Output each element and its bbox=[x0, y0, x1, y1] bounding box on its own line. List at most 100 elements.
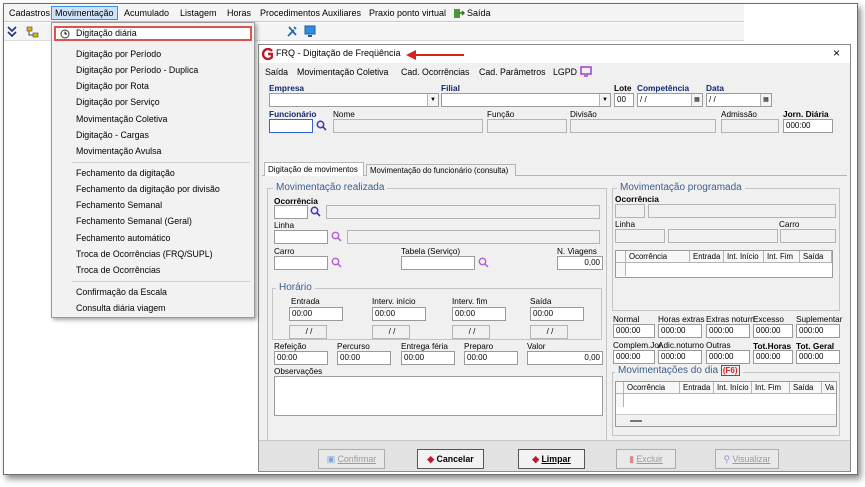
menu-item-confirmacao-escala[interactable]: Confirmação da Escala bbox=[54, 285, 252, 300]
window-menu-movimentacao-coletiva[interactable]: Movimentação Coletiva bbox=[297, 67, 388, 77]
grid-header-ocorrencia[interactable]: Ocorrência bbox=[624, 382, 680, 394]
tot-horas-field[interactable]: 000:00 bbox=[753, 350, 793, 364]
empresa-select[interactable]: ▼ bbox=[269, 93, 439, 107]
calendar-icon[interactable]: ▦ bbox=[691, 94, 702, 106]
movimentacoes-dia-grid[interactable]: Ocorrência Entrada Int. Início Int. Fim … bbox=[615, 381, 837, 427]
excesso-field[interactable]: 000:00 bbox=[753, 324, 793, 338]
normal-field[interactable]: 000:00 bbox=[613, 324, 655, 338]
tab-movimentacao-funcionario[interactable]: Movimentação do funcionário (consulta) bbox=[366, 164, 516, 176]
interv-inicio-date[interactable]: / / bbox=[372, 325, 410, 339]
entrada-time[interactable]: 00:00 bbox=[289, 307, 343, 321]
observacoes-textarea[interactable] bbox=[274, 376, 603, 416]
menu-horas[interactable]: Horas bbox=[224, 6, 254, 20]
linha-field[interactable] bbox=[274, 230, 328, 244]
search-icon[interactable] bbox=[331, 231, 342, 242]
scrollbar-thumb[interactable] bbox=[630, 420, 642, 422]
grid-header-entrada[interactable]: Entrada bbox=[680, 382, 714, 394]
interv-fim-date[interactable]: / / bbox=[452, 325, 490, 339]
menu-item-fechamento-digitacao-divisao[interactable]: Fechamento da digitação por divisão bbox=[54, 182, 252, 197]
lote-field[interactable]: 00 bbox=[614, 93, 634, 107]
menu-item-movimentacao-coletiva[interactable]: Movimentação Coletiva bbox=[54, 112, 252, 127]
programada-grid[interactable]: Ocorrência Entrada Int. Início Int. Fim … bbox=[615, 250, 833, 278]
complem-jor-field[interactable]: 000:00 bbox=[613, 350, 655, 364]
confirmar-button[interactable]: ▣ Confirmar bbox=[318, 449, 385, 469]
menu-item-troca-ocorrencias-frq-supl[interactable]: Troca de Ocorrências (FRQ/SUPL) bbox=[54, 247, 252, 262]
menu-cadastros[interactable]: Cadastros bbox=[6, 6, 53, 20]
chevron-down-icon[interactable]: ▼ bbox=[599, 94, 610, 106]
lgpd-monitor-icon[interactable] bbox=[580, 66, 592, 77]
horas-extras-field[interactable]: 000:00 bbox=[658, 324, 702, 338]
tab-digitacao-movimentos[interactable]: Digitação de movimentos bbox=[264, 162, 364, 176]
horizontal-scrollbar[interactable] bbox=[616, 414, 836, 426]
visualizar-button[interactable]: ⚲ Visualizar bbox=[715, 449, 779, 469]
arrow-down-icon[interactable] bbox=[7, 26, 17, 38]
tools-icon[interactable] bbox=[286, 25, 298, 38]
suplementar-field[interactable]: 000:00 bbox=[796, 324, 840, 338]
chevron-down-icon[interactable]: ▼ bbox=[427, 94, 438, 106]
carro-field[interactable] bbox=[274, 256, 328, 270]
saida-time[interactable]: 00:00 bbox=[530, 307, 584, 321]
search-icon[interactable] bbox=[478, 257, 489, 268]
menu-praxio-ponto-virtual[interactable]: Praxio ponto virtual bbox=[366, 6, 449, 20]
adic-noturno-field[interactable]: 000:00 bbox=[658, 350, 702, 364]
menu-item-fechamento-digitacao[interactable]: Fechamento da digitação bbox=[54, 166, 252, 181]
entrega-feria-field[interactable]: 00:00 bbox=[401, 351, 455, 365]
competencia-field[interactable]: / / ▦ bbox=[637, 93, 703, 107]
tabela-field[interactable] bbox=[401, 256, 475, 270]
menu-item-digitacao-periodo[interactable]: Digitação por Período bbox=[54, 47, 252, 62]
menu-item-digitacao-periodo-duplica[interactable]: Digitação por Período - Duplica bbox=[54, 63, 252, 78]
grid-header-saida[interactable]: Saída bbox=[790, 382, 822, 394]
valor-field[interactable]: 0,00 bbox=[527, 351, 603, 365]
grid-header-int-fim[interactable]: Int. Fim bbox=[764, 251, 800, 263]
menu-item-troca-ocorrencias[interactable]: Troca de Ocorrências bbox=[54, 263, 252, 278]
funcionario-field[interactable] bbox=[269, 119, 313, 133]
tot-geral-field[interactable]: 000:00 bbox=[796, 350, 840, 364]
saida-date[interactable]: / / bbox=[530, 325, 568, 339]
monitor-icon[interactable] bbox=[304, 25, 316, 38]
window-menu-saida[interactable]: Saída bbox=[265, 67, 288, 77]
menu-item-digitacao-rota[interactable]: Digitação por Rota bbox=[54, 79, 252, 94]
grid-header-int-fim[interactable]: Int. Fim bbox=[752, 382, 790, 394]
menu-item-movimentacao-avulsa[interactable]: Movimentação Avulsa bbox=[54, 144, 252, 159]
viagens-field[interactable]: 0,00 bbox=[557, 256, 603, 270]
window-menu-cad-parametros[interactable]: Cad. Parâmetros bbox=[479, 67, 546, 77]
grid-header-ocorrencia[interactable]: Ocorrência bbox=[626, 251, 690, 263]
menu-item-fechamento-semanal-geral[interactable]: Fechamento Semanal (Geral) bbox=[54, 214, 252, 229]
calendar-icon[interactable]: ▦ bbox=[760, 94, 771, 106]
menu-acumulado[interactable]: Acumulado bbox=[121, 6, 172, 20]
menu-listagem[interactable]: Listagem bbox=[177, 6, 220, 20]
interv-inicio-time[interactable]: 00:00 bbox=[372, 307, 426, 321]
search-icon[interactable] bbox=[316, 120, 327, 131]
grid-header-saida[interactable]: Saída bbox=[800, 251, 832, 263]
menu-saida[interactable]: Saída bbox=[451, 6, 494, 20]
search-icon[interactable] bbox=[331, 257, 342, 268]
data-field[interactable]: / / ▦ bbox=[706, 93, 772, 107]
jorn-diaria-field[interactable]: 000:00 bbox=[783, 119, 833, 133]
outras-field[interactable]: 000:00 bbox=[706, 350, 750, 364]
menu-movimentacao[interactable]: Movimentação bbox=[51, 6, 118, 20]
window-menu-cad-ocorrencias[interactable]: Cad. Ocorrências bbox=[401, 67, 469, 77]
grid-header-entrada[interactable]: Entrada bbox=[690, 251, 724, 263]
grid-header-int-inicio[interactable]: Int. Início bbox=[714, 382, 752, 394]
tree-icon[interactable] bbox=[26, 26, 40, 38]
excluir-button[interactable]: ▮ Excluir bbox=[616, 449, 676, 469]
menu-procedimentos-auxiliares[interactable]: Procedimentos Auxiliares bbox=[257, 6, 364, 20]
menu-item-digitacao-cargas[interactable]: Digitação - Cargas bbox=[54, 128, 252, 143]
menu-item-digitacao-diaria[interactable]: Digitação diária bbox=[54, 26, 252, 41]
cancelar-button[interactable]: ◆ Cancelar bbox=[417, 449, 484, 469]
menu-item-consulta-diaria-viagem[interactable]: Consulta diária viagem bbox=[54, 301, 252, 316]
window-close-button[interactable]: × bbox=[833, 46, 840, 60]
limpar-button[interactable]: ◆ Limpar bbox=[518, 449, 585, 469]
search-icon[interactable] bbox=[310, 206, 321, 217]
ocorrencia-field[interactable] bbox=[274, 205, 308, 219]
window-menu-lgpd[interactable]: LGPD bbox=[553, 67, 577, 77]
grid-header-int-inicio[interactable]: Int. Início bbox=[724, 251, 764, 263]
refeicao-field[interactable]: 00:00 bbox=[274, 351, 328, 365]
entrada-date[interactable]: / / bbox=[289, 325, 327, 339]
menu-item-digitacao-servico[interactable]: Digitação por Serviço bbox=[54, 95, 252, 110]
filial-select[interactable]: ▼ bbox=[441, 93, 611, 107]
menu-item-fechamento-semanal[interactable]: Fechamento Semanal bbox=[54, 198, 252, 213]
grid-header-valor[interactable]: Va bbox=[822, 382, 836, 394]
menu-item-fechamento-automatico[interactable]: Fechamento automático bbox=[54, 231, 252, 246]
extras-noturn-field[interactable]: 000:00 bbox=[706, 324, 750, 338]
